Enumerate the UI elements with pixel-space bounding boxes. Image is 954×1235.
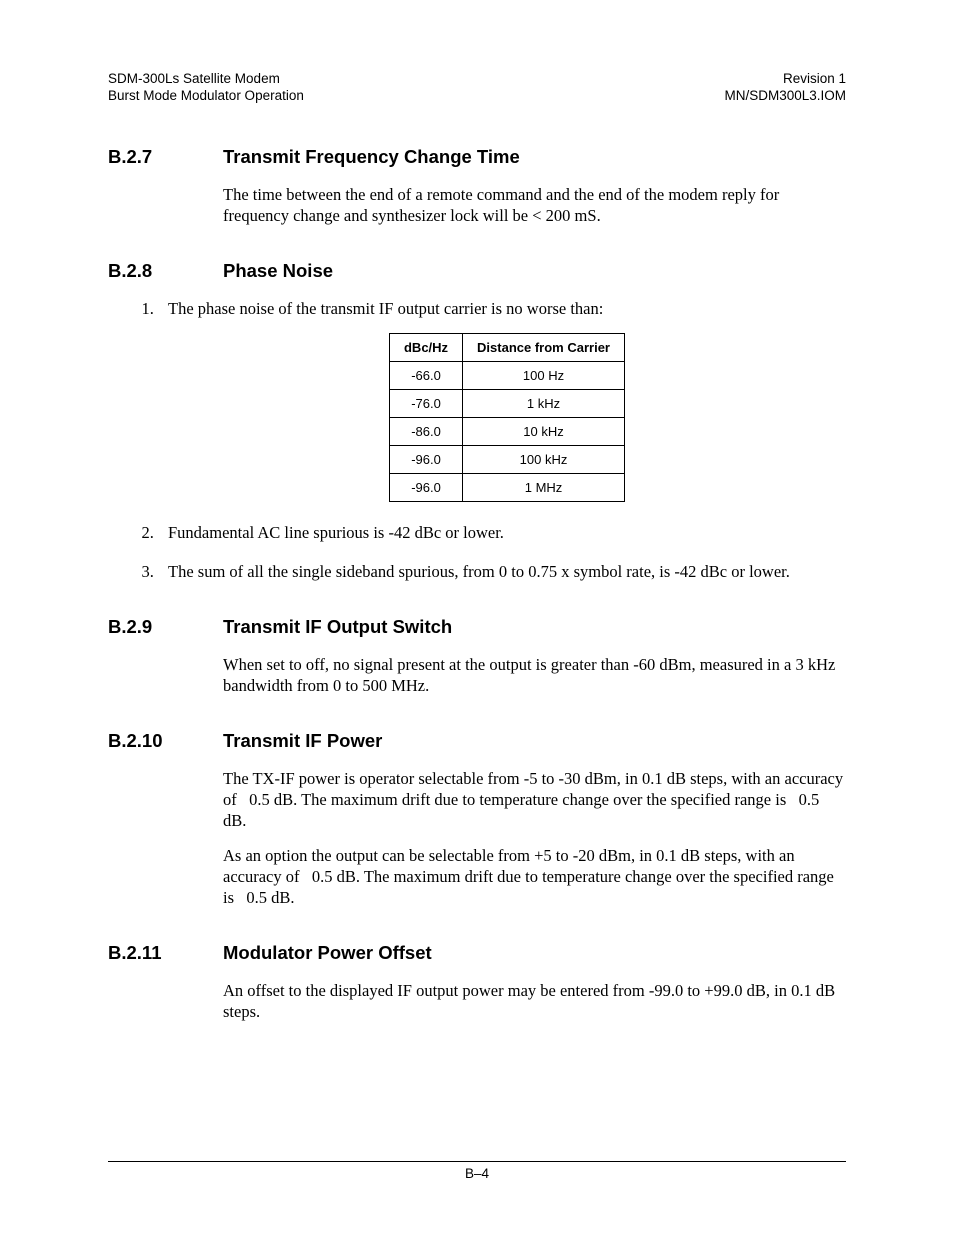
table-cell: 1 MHz: [463, 474, 625, 502]
table-row: -86.0 10 kHz: [389, 418, 624, 446]
section-heading: B.2.11 Modulator Power Offset: [108, 942, 846, 964]
header-left-1: SDM-300Ls Satellite Modem: [108, 70, 280, 87]
section-b210: B.2.10 Transmit IF Power The TX-IF power…: [108, 730, 846, 908]
section-number: B.2.8: [108, 260, 223, 282]
page-header: SDM-300Ls Satellite Modem Revision 1 Bur…: [108, 70, 846, 104]
header-right-2: MN/SDM300L3.IOM: [724, 87, 846, 104]
table-row: -96.0 100 kHz: [389, 446, 624, 474]
section-number: B.2.9: [108, 616, 223, 638]
table-cell: 1 kHz: [463, 390, 625, 418]
table-row: -76.0 1 kHz: [389, 390, 624, 418]
list-item: The phase noise of the transmit IF outpu…: [158, 298, 846, 502]
section-number: B.2.11: [108, 942, 223, 964]
table-cell: -96.0: [389, 474, 462, 502]
table-row: -96.0 1 MHz: [389, 474, 624, 502]
page-footer: B–4: [108, 1161, 846, 1181]
body-paragraph: When set to off, no signal present at th…: [223, 654, 846, 696]
table-cell: 100 kHz: [463, 446, 625, 474]
section-b211: B.2.11 Modulator Power Offset An offset …: [108, 942, 846, 1022]
section-title: Modulator Power Offset: [223, 942, 432, 964]
section-heading: B.2.8 Phase Noise: [108, 260, 846, 282]
section-b29: B.2.9 Transmit IF Output Switch When set…: [108, 616, 846, 696]
table-cell: 100 Hz: [463, 362, 625, 390]
table-row: -66.0 100 Hz: [389, 362, 624, 390]
body-paragraph: The TX-IF power is operator selectable f…: [223, 768, 846, 831]
body-paragraph: An offset to the displayed IF output pow…: [223, 980, 846, 1022]
ordered-list: The phase noise of the transmit IF outpu…: [126, 298, 846, 582]
table-cell: -76.0: [389, 390, 462, 418]
section-number: B.2.10: [108, 730, 223, 752]
table-header-row: dBc/Hz Distance from Carrier: [389, 334, 624, 362]
header-left-2: Burst Mode Modulator Operation: [108, 87, 304, 104]
body-paragraph: As an option the output can be selectabl…: [223, 845, 846, 908]
section-heading: B.2.7 Transmit Frequency Change Time: [108, 146, 846, 168]
section-title: Phase Noise: [223, 260, 333, 282]
page-number: B–4: [465, 1166, 489, 1181]
section-title: Transmit IF Power: [223, 730, 382, 752]
list-item: The sum of all the single sideband spuri…: [158, 561, 846, 582]
section-number: B.2.7: [108, 146, 223, 168]
table-cell: -66.0: [389, 362, 462, 390]
section-title: Transmit Frequency Change Time: [223, 146, 520, 168]
section-heading: B.2.9 Transmit IF Output Switch: [108, 616, 846, 638]
section-heading: B.2.10 Transmit IF Power: [108, 730, 846, 752]
header-right-1: Revision 1: [783, 70, 846, 87]
list-item: Fundamental AC line spurious is -42 dBc …: [158, 522, 846, 543]
list-text: The phase noise of the transmit IF outpu…: [168, 299, 603, 318]
section-b28: B.2.8 Phase Noise The phase noise of the…: [108, 260, 846, 582]
section-b27: B.2.7 Transmit Frequency Change Time The…: [108, 146, 846, 226]
section-title: Transmit IF Output Switch: [223, 616, 452, 638]
table-cell: 10 kHz: [463, 418, 625, 446]
table-header-cell: Distance from Carrier: [463, 334, 625, 362]
phase-noise-table: dBc/Hz Distance from Carrier -66.0 100 H…: [389, 333, 625, 502]
table-header-cell: dBc/Hz: [389, 334, 462, 362]
table-cell: -86.0: [389, 418, 462, 446]
document-page: SDM-300Ls Satellite Modem Revision 1 Bur…: [0, 0, 954, 1235]
table-cell: -96.0: [389, 446, 462, 474]
body-paragraph: The time between the end of a remote com…: [223, 184, 846, 226]
